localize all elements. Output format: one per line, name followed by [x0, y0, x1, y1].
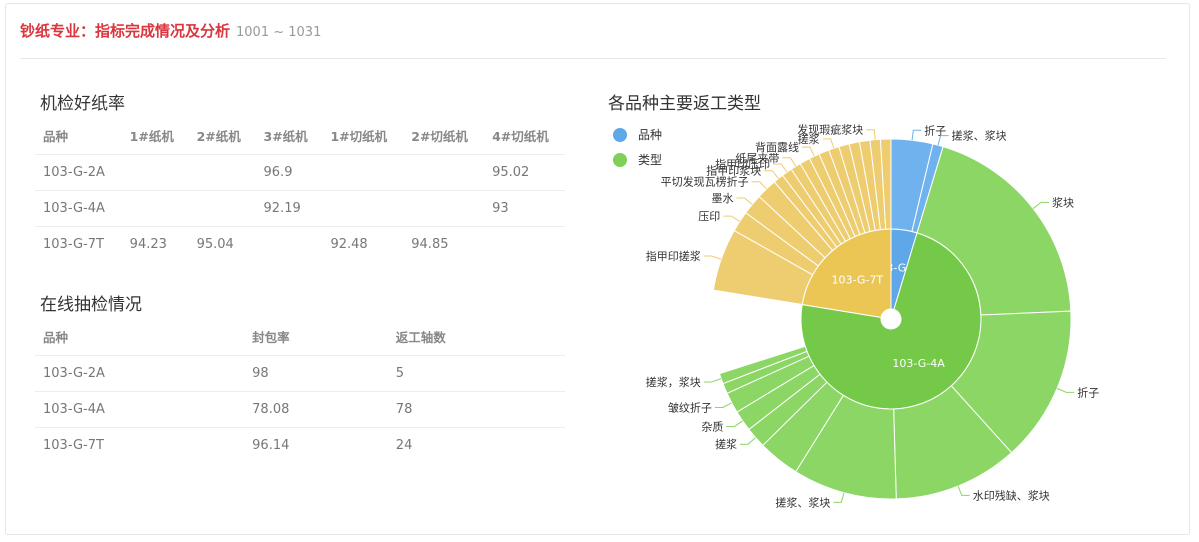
table-cell: [121, 153, 189, 190]
column-header: 2#切纸机: [403, 118, 485, 155]
column-header: 品种: [35, 319, 245, 356]
table-cell: 92.48: [322, 225, 404, 262]
table-cell: 103-G-2A: [35, 354, 245, 391]
table-header-row: 品种 封包率 返工轴数: [35, 319, 565, 356]
table-row: 103-G-4A 92.19 93: [35, 189, 565, 226]
column-header: 2#纸机: [188, 118, 256, 155]
column-header: 返工轴数: [387, 319, 565, 356]
table-row: 103-G-2A 96.9 95.02: [35, 153, 565, 190]
table-cell: [255, 225, 323, 262]
table-cell: 96.9: [255, 153, 323, 190]
table-cell: 96.14: [244, 426, 388, 463]
machine-table-title: 机检好纸率: [40, 94, 125, 114]
table-cell: 95.04: [188, 225, 256, 262]
header-divider: [20, 58, 1166, 59]
table-cell: [322, 153, 404, 190]
table-cell: [403, 153, 485, 190]
online-table-title: 在线抽检情况: [40, 295, 142, 315]
table-cell: 103-G-4A: [35, 390, 245, 427]
legend-label: 类型: [638, 153, 663, 167]
table-cell: 98: [244, 354, 388, 391]
legend-label: 品种: [638, 128, 663, 142]
chart-legend: 品种 类型: [613, 122, 662, 172]
chart-title: 各品种主要返工类型: [608, 94, 761, 114]
table-row: 103-G-7T 96.14 24: [35, 426, 565, 463]
column-header: 品种: [35, 118, 122, 155]
table-cell: [188, 189, 256, 226]
table-cell: 94.23: [121, 225, 189, 262]
table-cell: 103-G-7T: [35, 225, 122, 262]
column-header: 1#切纸机: [322, 118, 404, 155]
table-row: 103-G-7T 94.23 95.04 92.48 94.85: [35, 225, 565, 262]
column-header: 4#切纸机: [484, 118, 565, 155]
table-cell: 103-G-7T: [35, 426, 245, 463]
column-header: 1#纸机: [121, 118, 189, 155]
table-cell: [188, 153, 256, 190]
table-cell: [403, 189, 485, 226]
page-title: 钞纸专业：指标完成情况及分析: [20, 22, 231, 40]
legend-dot-type: [613, 152, 627, 167]
online-inspection-table: 品种 封包率 返工轴数 103-G-2A 98 5 103-G-4A 78.08 78 103-…: [35, 319, 565, 463]
legend-item-variety[interactable]: 品种: [613, 122, 662, 147]
table-cell: 78: [387, 390, 565, 427]
table-cell: 78.08: [244, 390, 388, 427]
table-cell: 95.02: [484, 153, 565, 190]
table-cell: 103-G-4A: [35, 189, 122, 226]
table-row: 103-G-4A 78.08 78: [35, 390, 565, 427]
table-cell: [121, 189, 189, 226]
table-cell: 5: [387, 354, 565, 391]
column-header: 3#纸机: [255, 118, 323, 155]
column-header: 封包率: [244, 319, 388, 356]
legend-dot-variety: [613, 127, 627, 142]
table-cell: 24: [387, 426, 565, 463]
table-cell: 92.19: [255, 189, 323, 226]
legend-item-type[interactable]: 类型: [613, 147, 662, 172]
table-cell: 103-G-2A: [35, 153, 122, 190]
table-header-row: 品种 1#纸机 2#纸机 3#纸机 1#切纸机 2#切纸机 4#切纸机: [35, 118, 565, 155]
panel-header: 钞纸专业：指标完成情况及分析 1001 ~ 1031: [20, 20, 321, 48]
table-cell: 93: [484, 189, 565, 226]
machine-quality-table: 品种 1#纸机 2#纸机 3#纸机 1#切纸机 2#切纸机 4#切纸机 103-G-2A 96…: [35, 118, 565, 262]
table-cell: [484, 225, 565, 262]
table-row: 103-G-2A 98 5: [35, 354, 565, 391]
date-range: 1001 ~ 1031: [236, 25, 322, 40]
table-cell: 94.85: [403, 225, 485, 262]
table-cell: [322, 189, 404, 226]
